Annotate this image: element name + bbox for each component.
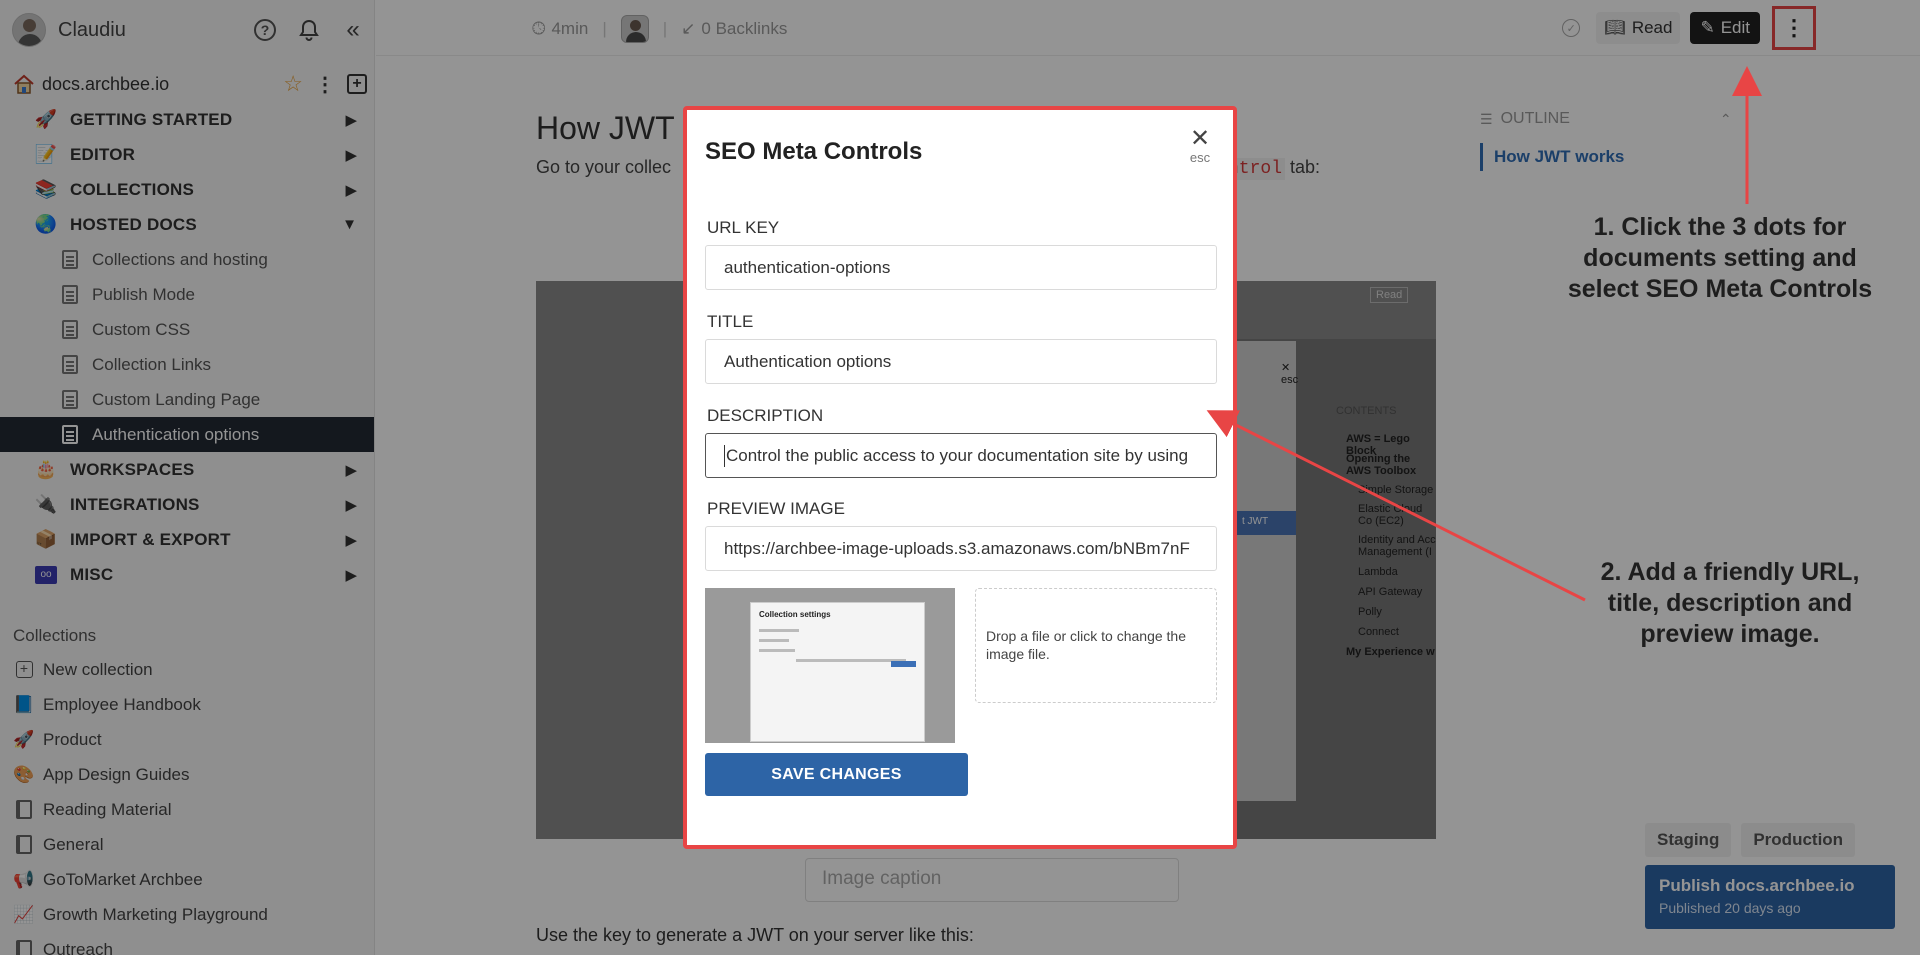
title-input[interactable]: Authentication options <box>705 339 1217 384</box>
thumbnail-line <box>759 639 789 642</box>
close-button[interactable]: ✕ esc <box>1185 125 1215 166</box>
annotation-line: documents setting and <box>1583 244 1857 272</box>
annotation-step-1: 1. Click the 3 dots for documents settin… <box>1545 212 1895 305</box>
preview-image-input[interactable]: https://archbee-image-uploads.s3.amazona… <box>705 526 1217 571</box>
save-changes-button[interactable]: SAVE CHANGES <box>705 753 968 796</box>
thumbnail-line <box>759 629 799 632</box>
preview-image-label: PREVIEW IMAGE <box>707 499 845 518</box>
thumbnail-window: Collection settings <box>750 602 925 742</box>
thumbnail-title: Collection settings <box>759 610 831 619</box>
title-label: TITLE <box>707 312 754 331</box>
description-input[interactable]: Control the public access to your docume… <box>705 433 1217 478</box>
close-icon: ✕ <box>1189 125 1211 152</box>
image-dropzone[interactable]: Drop a file or click to change the image… <box>975 588 1217 703</box>
text-caret <box>724 444 725 467</box>
close-hint: esc <box>1189 150 1211 165</box>
modal-title: SEO Meta Controls <box>705 138 923 165</box>
thumbnail-line <box>759 649 795 652</box>
thumbnail-button <box>891 661 916 667</box>
annotation-line: preview image. <box>1640 620 1820 648</box>
annotation-step-2: 2. Add a friendly URL, title, descriptio… <box>1570 557 1890 650</box>
thumbnail-line <box>796 659 906 662</box>
description-value: Control the public access to your docume… <box>726 445 1189 465</box>
annotation-line: 1. Click the 3 dots for <box>1593 213 1847 241</box>
annotation-line: title, description and <box>1607 589 1853 617</box>
url-key-input[interactable]: authentication-options <box>705 245 1217 290</box>
url-key-label: URL KEY <box>707 218 780 237</box>
preview-image-thumbnail: Collection settings <box>705 588 955 743</box>
seo-meta-controls-modal: SEO Meta Controls ✕ esc URL KEY authenti… <box>683 106 1237 849</box>
annotation-line: 2. Add a friendly URL, <box>1600 558 1860 586</box>
annotation-line: select SEO Meta Controls <box>1567 275 1873 303</box>
description-label: DESCRIPTION <box>707 406 824 425</box>
